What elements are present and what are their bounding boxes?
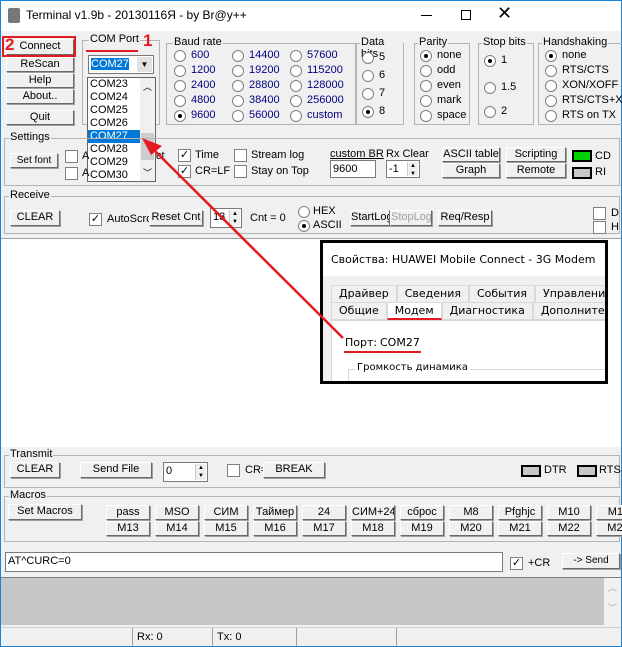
- annotation-arrow: [142, 138, 344, 339]
